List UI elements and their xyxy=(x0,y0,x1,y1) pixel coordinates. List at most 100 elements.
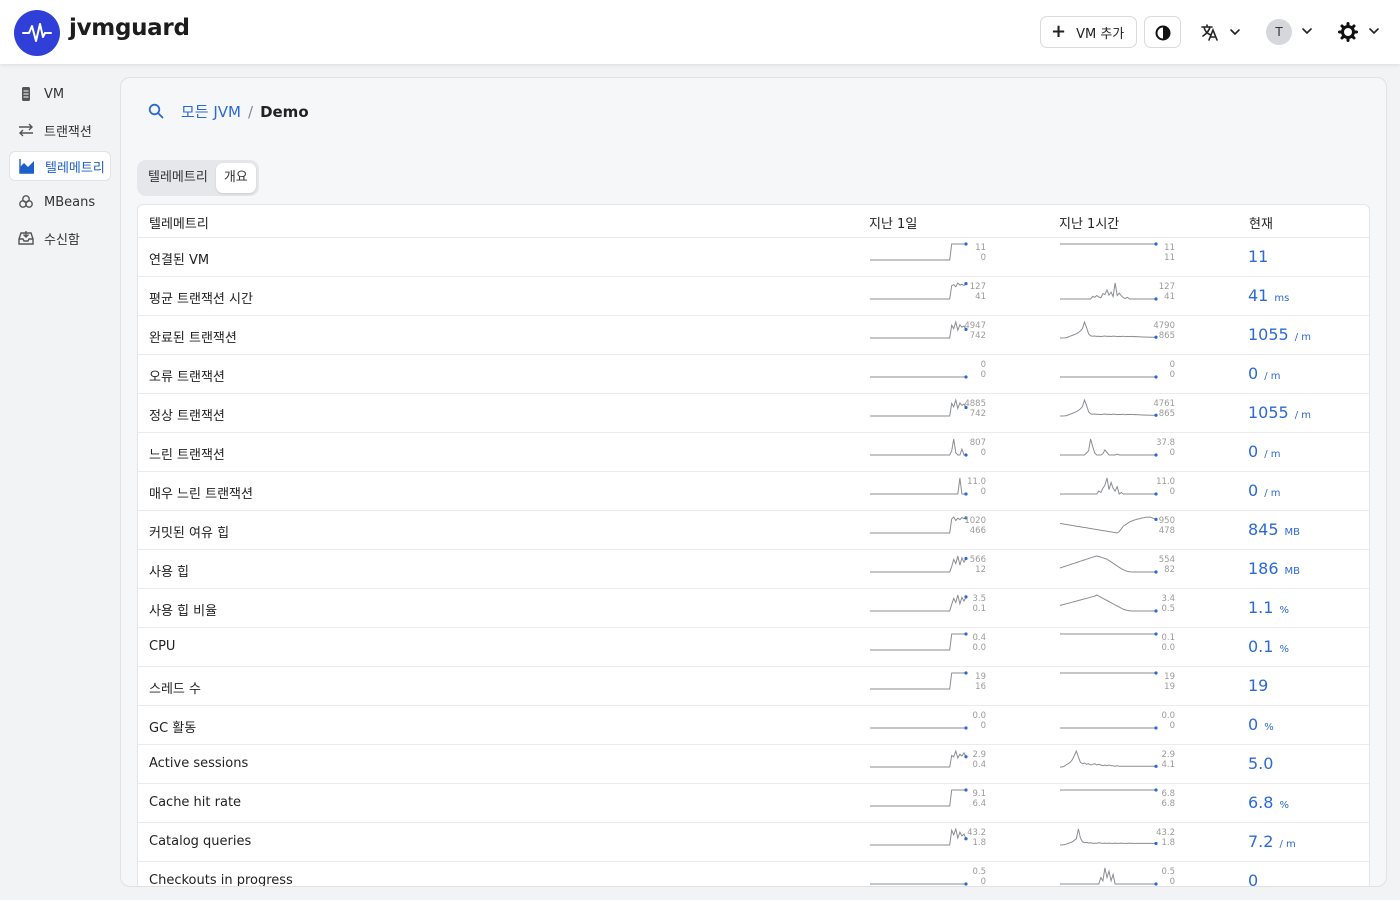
table-row[interactable]: 느린 트랜잭션 807 0 37.8 0 0/ m xyxy=(138,433,1369,472)
metric-name[interactable]: GC 활동 xyxy=(149,717,196,736)
table-row[interactable]: 정상 트랜잭션 4885 742 4761 865 1055 / m xyxy=(138,394,1369,433)
tab-overview[interactable]: 개요 xyxy=(215,163,256,193)
current-value: 0 xyxy=(1248,481,1259,500)
table-row[interactable]: GC 활동 0.0 0 0.0 0 0% xyxy=(138,706,1369,745)
day-min-value: 1.8 xyxy=(972,838,986,848)
hour-min-value: 11 xyxy=(1164,253,1175,263)
current-unit: / m xyxy=(1279,839,1296,850)
hour-max-value: 4761 xyxy=(1153,399,1175,409)
current-value: 845 xyxy=(1248,520,1279,539)
sidebar-item-telemetry[interactable]: 텔레메트리 xyxy=(9,151,111,181)
view-tabs: 텔레메트리 개요 xyxy=(137,160,259,196)
day-max-value: 1020 xyxy=(964,516,986,526)
main-panel: 모든 JVM / Demo 텔레메트리 개요 텔레메트리 지난 1일 지난 1시… xyxy=(120,77,1387,887)
column-header-hour: 지난 1시간 xyxy=(1059,217,1120,232)
table-row[interactable]: 평균 트랜잭션 시간 127 41 127 41 41 ms xyxy=(138,277,1369,316)
top-bar: jvmguard + VM 추가 T xyxy=(0,0,1400,64)
hour-min-value: 865 xyxy=(1158,331,1175,341)
table-row[interactable]: Cache hit rate 9.1 6.4 6.8 6.8 6.8% xyxy=(138,784,1369,823)
current-value-cell: 186 MB xyxy=(1248,559,1300,578)
table-row[interactable]: Catalog queries 43.2 1.8 43.2 1.8 7.2/ m xyxy=(138,823,1369,862)
current-value: 1.1 xyxy=(1248,598,1274,617)
search-icon[interactable] xyxy=(148,103,164,119)
telemetry-table: 텔레메트리 지난 1일 지난 1시간 현재 연결된 VM 11 0 11 11 11 평균 … xyxy=(137,204,1370,887)
add-vm-button[interactable]: + VM 추가 xyxy=(1040,16,1137,48)
metric-name[interactable]: 정상 트랜잭션 xyxy=(149,405,225,424)
metric-name[interactable]: 오류 트랜잭션 xyxy=(149,366,225,385)
app-name[interactable]: jvmguard xyxy=(69,15,190,41)
sidebar-item-inbox[interactable]: 수신함 xyxy=(9,223,111,253)
table-row[interactable]: CPU 0.4 0.0 0.1 0.0 0.1% xyxy=(138,628,1369,667)
metric-name[interactable]: Catalog queries xyxy=(149,834,251,849)
hour-max-value: 37.8 xyxy=(1156,438,1175,448)
logo-icon[interactable] xyxy=(14,10,60,56)
hour-min-value: 0 xyxy=(1169,370,1175,380)
column-header-name[interactable]: 텔레메트리 xyxy=(149,213,209,232)
hour-max-value: 127 xyxy=(1158,282,1175,292)
table-row[interactable]: 완료된 트랜잭션 4947 742 4790 865 1055 / m xyxy=(138,316,1369,355)
metric-name[interactable]: 스레드 수 xyxy=(149,678,201,697)
sidebar-item-mbeans[interactable]: MBeans xyxy=(9,187,111,217)
table-row[interactable]: Checkouts in progress 0.5 0 0.5 0 0 xyxy=(138,862,1369,887)
table-row[interactable]: 사용 힙 비율 3.5 0.1 3.4 0.5 1.1% xyxy=(138,589,1369,628)
server-icon xyxy=(22,87,30,101)
language-menu[interactable] xyxy=(1200,22,1244,44)
current-value-cell: 845 MB xyxy=(1248,520,1300,539)
chevron-down-icon[interactable] xyxy=(1368,26,1380,36)
current-value-cell: 0 / m xyxy=(1248,442,1280,461)
avatar[interactable]: T xyxy=(1266,19,1292,45)
day-min-value: 742 xyxy=(969,331,986,341)
day-min-value: 0 xyxy=(980,721,986,731)
day-min-value: 12 xyxy=(975,565,986,575)
metric-name[interactable]: Cache hit rate xyxy=(149,795,241,810)
table-row[interactable]: Active sessions 2.9 0.4 2.9 4.1 5.0 xyxy=(138,745,1369,784)
metric-name[interactable]: 사용 힙 비율 xyxy=(149,600,217,619)
day-max-value: 4947 xyxy=(964,321,986,331)
table-row[interactable]: 연결된 VM 11 0 11 11 11 xyxy=(138,238,1369,277)
hour-max-value: 2.9 xyxy=(1161,750,1175,760)
hour-min-value: 0.5 xyxy=(1161,604,1175,614)
table-row[interactable]: 스레드 수 19 16 19 19 19 xyxy=(138,667,1369,706)
chevron-down-icon[interactable] xyxy=(1301,26,1313,36)
table-row[interactable]: 매우 느린 트랜잭션 11.0 0 11.0 0 0/ m xyxy=(138,472,1369,511)
day-min-value: 0 xyxy=(980,253,986,263)
current-value: 1055 xyxy=(1248,403,1289,422)
current-value-cell: 0 / m xyxy=(1248,481,1280,500)
area-chart-icon xyxy=(19,159,34,174)
metric-name[interactable]: 완료된 트랜잭션 xyxy=(149,327,237,346)
day-min-value: 41 xyxy=(975,292,986,302)
theme-toggle-button[interactable] xyxy=(1144,16,1181,48)
metric-name[interactable]: CPU xyxy=(149,639,175,654)
current-unit: / m xyxy=(1264,488,1281,499)
table-row[interactable]: 사용 힙 566 12 554 82 186 MB xyxy=(138,550,1369,589)
hour-min-value: 1.8 xyxy=(1161,838,1175,848)
day-min-value: 0.1 xyxy=(972,604,986,614)
gear-icon[interactable] xyxy=(1338,22,1358,42)
metric-name[interactable]: 평균 트랜잭션 시간 xyxy=(149,288,253,307)
sidebar-item-vm[interactable]: VM xyxy=(9,79,111,109)
current-value: 0 xyxy=(1248,442,1259,461)
current-unit: % xyxy=(1279,644,1289,655)
current-value: 41 xyxy=(1248,286,1269,305)
tab-telemetry[interactable]: 텔레메트리 xyxy=(140,163,216,193)
day-min-value: 742 xyxy=(969,409,986,419)
table-row[interactable]: 오류 트랜잭션 0 0 0 0 0/ m xyxy=(138,355,1369,394)
metric-name[interactable]: 느린 트랜잭션 xyxy=(149,444,225,463)
day-min-value: 0 xyxy=(980,877,986,887)
current-value: 19 xyxy=(1248,676,1269,695)
hour-min-value: 0 xyxy=(1169,448,1175,458)
add-vm-label: VM 추가 xyxy=(1076,26,1125,42)
table-row[interactable]: 커밋된 여유 힙 1020 466 950 478 845 MB xyxy=(138,511,1369,550)
breadcrumb-current: Demo xyxy=(260,102,309,121)
table-body: 연결된 VM 11 0 11 11 11 평균 트랜잭션 시간 127 41 127 41 41 ms 완… xyxy=(138,238,1369,887)
metric-name[interactable]: 사용 힙 xyxy=(149,561,189,580)
sidebar-item-transactions[interactable]: 트랜잭션 xyxy=(9,115,111,145)
current-unit: MB xyxy=(1284,527,1301,538)
breadcrumb-root-link[interactable]: 모든 JVM xyxy=(181,101,241,122)
metric-name[interactable]: 매우 느린 트랜잭션 xyxy=(149,483,253,502)
metric-name[interactable]: 커밋된 여유 힙 xyxy=(149,522,229,541)
metric-name[interactable]: Checkouts in progress xyxy=(149,873,293,886)
metric-name[interactable]: Active sessions xyxy=(149,756,248,771)
sidebar-item-label: 텔레메트리 xyxy=(45,160,105,176)
metric-name[interactable]: 연결된 VM xyxy=(149,249,209,268)
